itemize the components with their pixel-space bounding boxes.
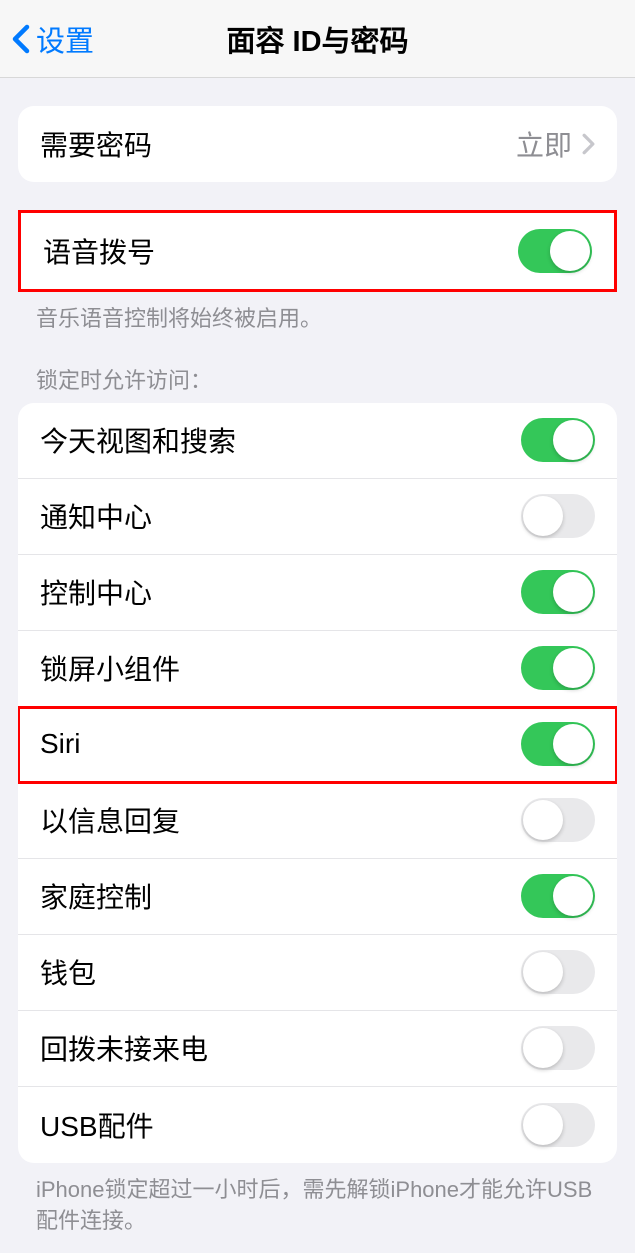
lock-item-row: Siri xyxy=(18,707,617,783)
require-passcode-value: 立即 xyxy=(516,124,572,164)
toggle-knob xyxy=(523,496,563,536)
lock-access-section: 今天视图和搜索通知中心控制中心锁屏小组件 Siri 以信息回复家庭控制钱包回拨未接来… xyxy=(18,403,617,1163)
voice-dial-toggle[interactable] xyxy=(518,229,592,273)
row-value-wrap: 立即 xyxy=(516,124,595,164)
lock-item-toggle[interactable] xyxy=(521,1026,595,1070)
toggle-knob xyxy=(523,1028,563,1068)
toggle-knob xyxy=(553,572,593,612)
toggle-knob xyxy=(523,800,563,840)
back-button[interactable]: 设置 xyxy=(0,18,94,60)
lock-item-row: USB配件 xyxy=(18,1087,617,1163)
lock-item-label: 今天视图和搜索 xyxy=(40,420,236,460)
lock-item-row: 今天视图和搜索 xyxy=(18,403,617,479)
back-label: 设置 xyxy=(36,18,94,60)
toggle-knob xyxy=(550,231,590,271)
voice-dial-row: 语音拨号 xyxy=(21,213,614,289)
lock-item-toggle[interactable] xyxy=(521,722,595,766)
toggle-knob xyxy=(553,648,593,688)
toggle-knob xyxy=(553,420,593,460)
lock-item-label: 通知中心 xyxy=(40,496,152,536)
require-passcode-row[interactable]: 需要密码 立即 xyxy=(18,106,617,182)
lock-item-label: 钱包 xyxy=(40,952,96,992)
voice-dial-label: 语音拨号 xyxy=(43,231,155,271)
lock-item-row: 家庭控制 xyxy=(18,859,617,935)
lock-item-row: 控制中心 xyxy=(18,555,617,631)
require-passcode-label: 需要密码 xyxy=(40,124,152,164)
lock-item-toggle[interactable] xyxy=(521,1103,595,1147)
voice-dial-footer: 音乐语音控制将始终被启用。 xyxy=(0,292,635,335)
require-passcode-section: 需要密码 立即 xyxy=(18,106,617,182)
lock-item-toggle[interactable] xyxy=(521,570,595,614)
lock-item-label: Siri xyxy=(40,728,80,760)
toggle-knob xyxy=(523,952,563,992)
lock-item-row: 锁屏小组件 xyxy=(18,631,617,707)
lock-item-toggle[interactable] xyxy=(521,798,595,842)
content: 需要密码 立即 语音拨号 音乐语音控制将始终被启用。 锁定时允许访问： 今天视图… xyxy=(0,106,635,1236)
lock-item-label: 控制中心 xyxy=(40,572,152,612)
lock-item-row: 回拨未接来电 xyxy=(18,1011,617,1087)
lock-item-toggle[interactable] xyxy=(521,494,595,538)
navbar: 设置 面容 ID与密码 xyxy=(0,0,635,78)
lock-section-header: 锁定时允许访问： xyxy=(0,335,635,403)
chevron-right-icon xyxy=(582,133,595,155)
lock-item-label: 家庭控制 xyxy=(40,876,152,916)
voice-dial-section: 语音拨号 xyxy=(18,210,617,292)
lock-item-toggle[interactable] xyxy=(521,646,595,690)
page-title: 面容 ID与密码 xyxy=(226,18,408,60)
lock-item-label: 以信息回复 xyxy=(40,800,180,840)
toggle-knob xyxy=(523,1105,563,1145)
toggle-knob xyxy=(553,724,593,764)
lock-item-toggle[interactable] xyxy=(521,950,595,994)
lock-item-row: 钱包 xyxy=(18,935,617,1011)
toggle-knob xyxy=(553,876,593,916)
lock-section-footer: iPhone锁定超过一小时后，需先解锁iPhone才能允许USB配件连接。 xyxy=(0,1163,635,1237)
lock-item-row: 以信息回复 xyxy=(18,783,617,859)
lock-item-label: USB配件 xyxy=(40,1105,154,1145)
lock-item-toggle[interactable] xyxy=(521,418,595,462)
lock-item-row: 通知中心 xyxy=(18,479,617,555)
lock-item-label: 锁屏小组件 xyxy=(40,648,180,688)
lock-item-toggle[interactable] xyxy=(521,874,595,918)
chevron-left-icon xyxy=(12,24,30,54)
lock-item-label: 回拨未接来电 xyxy=(40,1028,208,1068)
